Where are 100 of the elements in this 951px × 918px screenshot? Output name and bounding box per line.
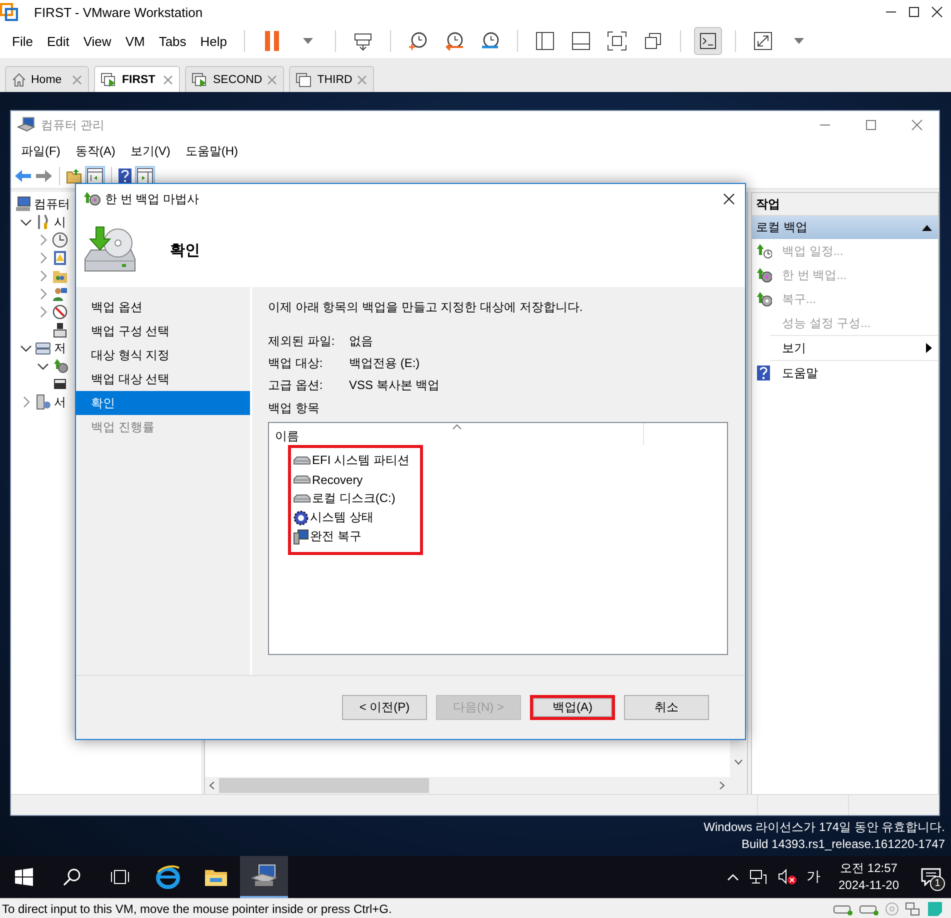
task-view-icon[interactable] [110,869,130,885]
event-log-icon [52,250,68,266]
menu-item[interactable]: View [77,32,118,50]
search-icon[interactable] [63,868,81,886]
folder-up-icon[interactable] [66,168,82,184]
chevron-up-icon[interactable] [726,873,738,881]
tab[interactable]: FIRST [94,66,180,92]
menu-item[interactable]: 보기(V) [124,142,176,160]
clock-icon [52,232,68,248]
gear-icon [293,510,309,526]
help-icon [756,365,772,381]
browser-e-icon[interactable] [156,865,180,889]
recover-disc-icon [756,291,772,307]
vm-play-icon [101,72,117,86]
bottom-panel-icon [571,31,592,51]
dialog-button[interactable]: 백업(A) [530,695,615,720]
forward-arrow-icon[interactable] [35,168,53,182]
help-icon[interactable] [118,168,132,184]
tab[interactable]: THIRD [289,66,374,92]
section-header[interactable]: 로컬 백업 [752,216,938,239]
fullscreen-icon [753,31,774,51]
list-item: Recovery [312,472,363,486]
clock-wrench-icon [480,31,500,51]
menu-item[interactable]: Edit [40,32,76,50]
close-icon[interactable] [723,193,735,205]
scroll-down-icon[interactable] [734,759,743,765]
tab[interactable]: SECOND [185,66,284,92]
backup-wizard-icon [83,191,101,207]
speaker-muted-icon[interactable] [776,869,796,885]
column-header[interactable]: 이름 [269,423,644,445]
device-icon [52,322,68,338]
wizard-step[interactable]: 백업 옵션 [76,295,250,319]
windows-logo-icon[interactable] [15,868,33,886]
tree-panel-icon[interactable] [87,168,103,184]
field-value: 백업전용 (E:) [349,354,420,372]
tree-item[interactable]: 시 [54,214,66,230]
network-monitor-icon[interactable] [748,869,766,885]
users-icon [52,286,68,302]
list-item: 시스템 상태 [310,509,374,526]
network-icon[interactable] [905,902,921,916]
clock-plus-icon [408,31,428,51]
wizard-step[interactable]: 대상 형식 지정 [76,343,250,367]
page-heading: 확인 [170,241,200,260]
action-panel-icon[interactable] [137,168,153,184]
menu-item[interactable]: Tabs [152,32,192,50]
dialog-button[interactable]: < 이전(P) [342,695,427,720]
close-icon[interactable] [931,6,943,18]
folder-icon[interactable] [204,867,228,887]
desktop-text: Build 14393.rs1_release.161220-1747 [740,836,945,853]
dialog-title: 한 번 백업 마법사 [105,190,200,208]
shared-folder-icon [52,268,68,284]
submenu-arrow-icon [926,343,932,353]
field-label: 제외된 파일: [268,332,336,350]
fit-frame-icon [607,31,628,51]
window-title: 컴퓨터 관리 [41,116,104,134]
menu-item[interactable]: 파일(F) [15,142,66,160]
scroll-right-icon[interactable] [719,781,725,790]
action-item[interactable]: 보기 [752,336,938,360]
app-logo-icon [0,3,18,21]
field-label: 고급 옵션: [268,376,324,394]
menu-item[interactable]: Help [194,32,234,50]
menu-item[interactable]: VM [119,32,151,50]
backup-clock-icon [756,243,772,259]
computer-icon [15,196,31,212]
backup-disc-icon [756,267,772,283]
back-arrow-icon[interactable] [14,168,32,182]
toolbar-button[interactable] [694,27,722,55]
clock-time[interactable]: 오전 12:57 [840,860,898,877]
list-item: 완전 복구 [310,528,362,545]
status-text: To direct input to this VM, move the mouse pointer inside or press Ctrl+G. [2,902,392,916]
window-title: FIRST - VMware Workstation [34,4,203,20]
house-icon [12,72,26,86]
tree-item[interactable]: 컴퓨터 [34,196,70,212]
menu-item[interactable]: 도움말(H) [179,142,244,160]
backup-icon [52,358,68,374]
field-value: VSS 복사본 백업 [349,376,440,394]
maximize-icon[interactable] [908,6,920,18]
tree-item[interactable]: 서 [54,394,66,410]
wizard-step[interactable]: 확인 [76,391,250,415]
dialog-button[interactable]: 취소 [624,695,709,720]
sort-caret-icon [452,424,462,430]
terminal-icon [699,32,718,50]
notification-icon[interactable] [921,868,941,886]
caret-icon [794,38,804,44]
wizard-step[interactable]: 백업 구성 선택 [76,319,250,343]
menu-item[interactable]: File [6,32,39,50]
scrollbar-thumb[interactable] [219,778,429,793]
computer-icon [293,528,309,544]
menu-item[interactable]: 동작(A) [69,142,122,160]
section-label: 백업 항목 [268,400,320,417]
action-item[interactable]: 도움말 [752,361,938,385]
tab[interactable]: Home [5,66,89,92]
wizard-step[interactable]: 백업 대상 선택 [76,367,250,391]
input-mode-indicator[interactable]: 가 [806,868,820,886]
list-item: 로컬 디스크(C:) [312,490,396,507]
tree-item[interactable]: 저 [54,340,66,356]
field-label: 백업 대상: [268,354,324,372]
field-value: 없음 [349,332,373,350]
scroll-left-icon[interactable] [209,781,215,790]
clock-date[interactable]: 2024-11-20 [838,877,899,894]
